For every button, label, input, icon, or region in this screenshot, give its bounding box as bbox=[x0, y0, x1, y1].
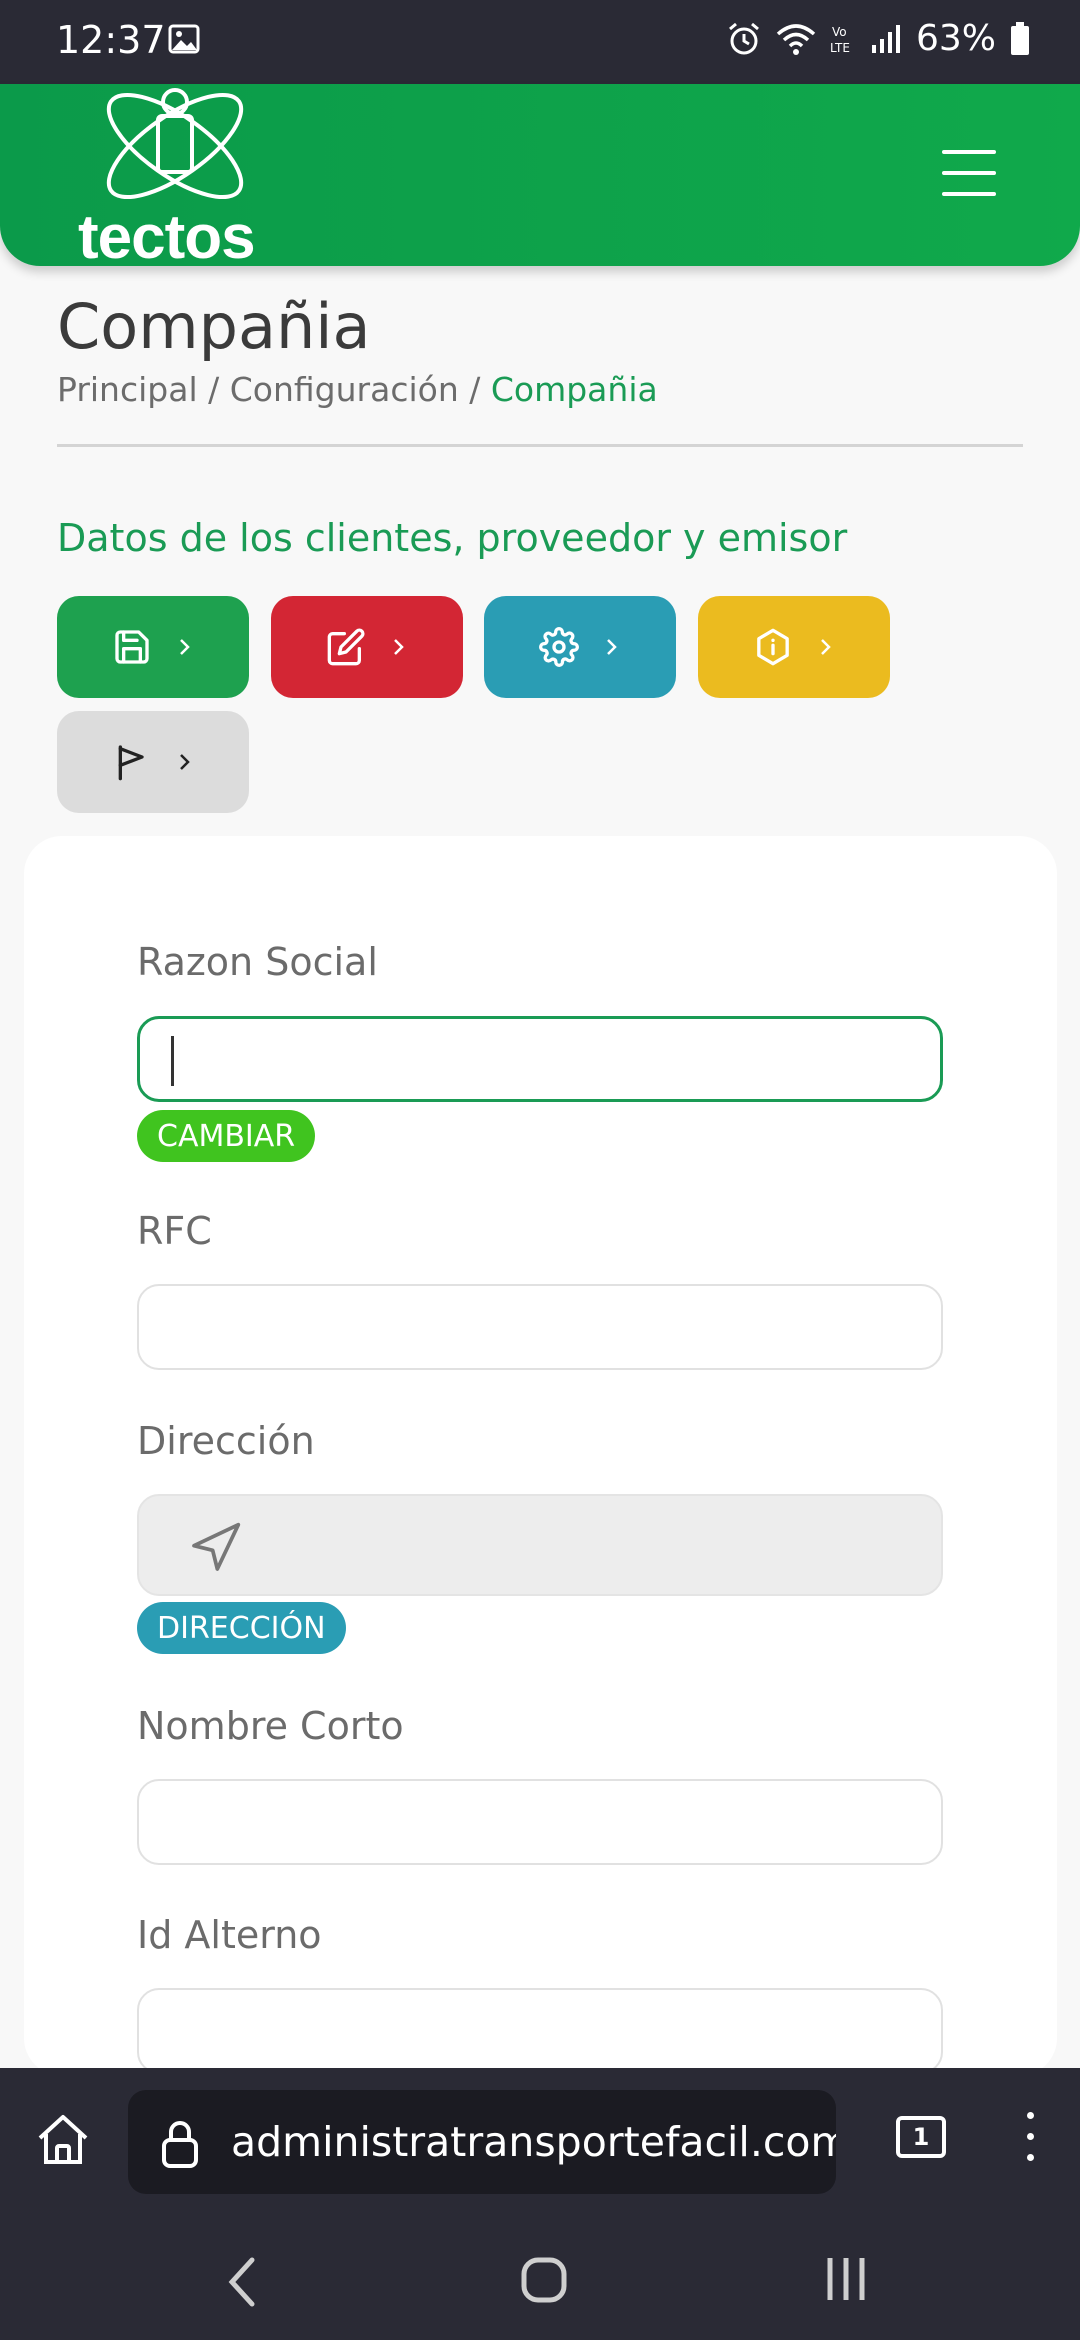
svg-text:LTE: LTE bbox=[830, 41, 850, 55]
status-time: 12:37 bbox=[56, 18, 166, 62]
info-icon bbox=[757, 628, 789, 666]
flag-icon bbox=[118, 745, 144, 781]
rfc-input[interactable] bbox=[137, 1284, 943, 1370]
battery-icon bbox=[1011, 21, 1029, 55]
breadcrumb: Principal / Configuración / Compañia bbox=[57, 370, 658, 409]
chevron-right-icon bbox=[180, 639, 190, 655]
rfc-label: RFC bbox=[137, 1209, 212, 1253]
divider bbox=[57, 444, 1023, 447]
edit-icon bbox=[327, 628, 365, 666]
breadcrumb-principal[interactable]: Principal bbox=[57, 370, 198, 409]
flag-button[interactable] bbox=[57, 711, 249, 813]
hamburger-menu-icon[interactable] bbox=[942, 150, 996, 196]
chevron-right-icon bbox=[607, 639, 617, 655]
save-button[interactable] bbox=[57, 596, 249, 698]
breadcrumb-current: Compañia bbox=[490, 370, 658, 409]
chevron-right-icon bbox=[394, 639, 404, 655]
url-text: administratransportefacil.com/s bbox=[231, 2118, 836, 2166]
breadcrumb-configuracion[interactable]: Configuración bbox=[230, 370, 459, 409]
info-button[interactable] bbox=[698, 596, 890, 698]
breadcrumb-separator: / bbox=[197, 370, 230, 409]
page-title: Compañia bbox=[57, 290, 371, 363]
chevron-right-icon bbox=[821, 639, 831, 655]
status-bar: 12:37 Vo LTE 63% bbox=[0, 0, 1080, 84]
svg-text:Vo: Vo bbox=[832, 25, 847, 39]
status-icons: Vo LTE 63% bbox=[726, 18, 1030, 59]
battery-percent: 63% bbox=[915, 18, 996, 59]
direccion-label: Dirección bbox=[137, 1419, 315, 1463]
volte-icon: Vo LTE bbox=[830, 25, 850, 55]
gear-icon bbox=[539, 627, 579, 667]
cambiar-button[interactable]: CAMBIAR bbox=[137, 1110, 316, 1162]
system-nav-bar bbox=[0, 2180, 1080, 2340]
navigation-arrow-icon bbox=[192, 1522, 241, 1571]
edit-button[interactable] bbox=[271, 596, 463, 698]
save-icon bbox=[115, 630, 149, 664]
chevron-right-icon bbox=[180, 754, 190, 770]
app-header: tectos bbox=[0, 84, 1080, 272]
signal-icon bbox=[871, 24, 900, 53]
address-bar[interactable]: administratransportefacil.com/s bbox=[128, 2090, 836, 2194]
logo-text: tectos bbox=[78, 203, 256, 272]
razon-social-label: Razon Social bbox=[137, 940, 378, 984]
wifi-icon bbox=[776, 23, 816, 55]
recent-apps-icon[interactable] bbox=[824, 2256, 868, 2302]
back-icon[interactable] bbox=[224, 2256, 260, 2308]
nombre-corto-label: Nombre Corto bbox=[137, 1704, 404, 1748]
direccion-field[interactable] bbox=[137, 1494, 943, 1596]
home-icon[interactable] bbox=[34, 2112, 92, 2168]
section-title: Datos de los clientes, proveedor y emiso… bbox=[57, 516, 848, 560]
nav-home-icon[interactable] bbox=[520, 2256, 568, 2304]
breadcrumb-separator: / bbox=[458, 370, 491, 409]
direccion-button[interactable]: DIRECCIÓN bbox=[137, 1602, 346, 1654]
image-notification-icon bbox=[168, 24, 200, 54]
tab-switcher-button[interactable]: 1 bbox=[896, 2116, 946, 2158]
text-caret bbox=[171, 1036, 174, 1086]
id-alterno-input[interactable] bbox=[137, 1988, 943, 2074]
lock-icon bbox=[162, 2121, 198, 2168]
razon-social-input[interactable] bbox=[137, 1016, 943, 1102]
alarm-icon bbox=[729, 22, 759, 54]
settings-button[interactable] bbox=[484, 596, 676, 698]
more-options-icon[interactable] bbox=[1022, 2112, 1038, 2164]
id-alterno-label: Id Alterno bbox=[137, 1913, 322, 1957]
nombre-corto-input[interactable] bbox=[137, 1779, 943, 1865]
